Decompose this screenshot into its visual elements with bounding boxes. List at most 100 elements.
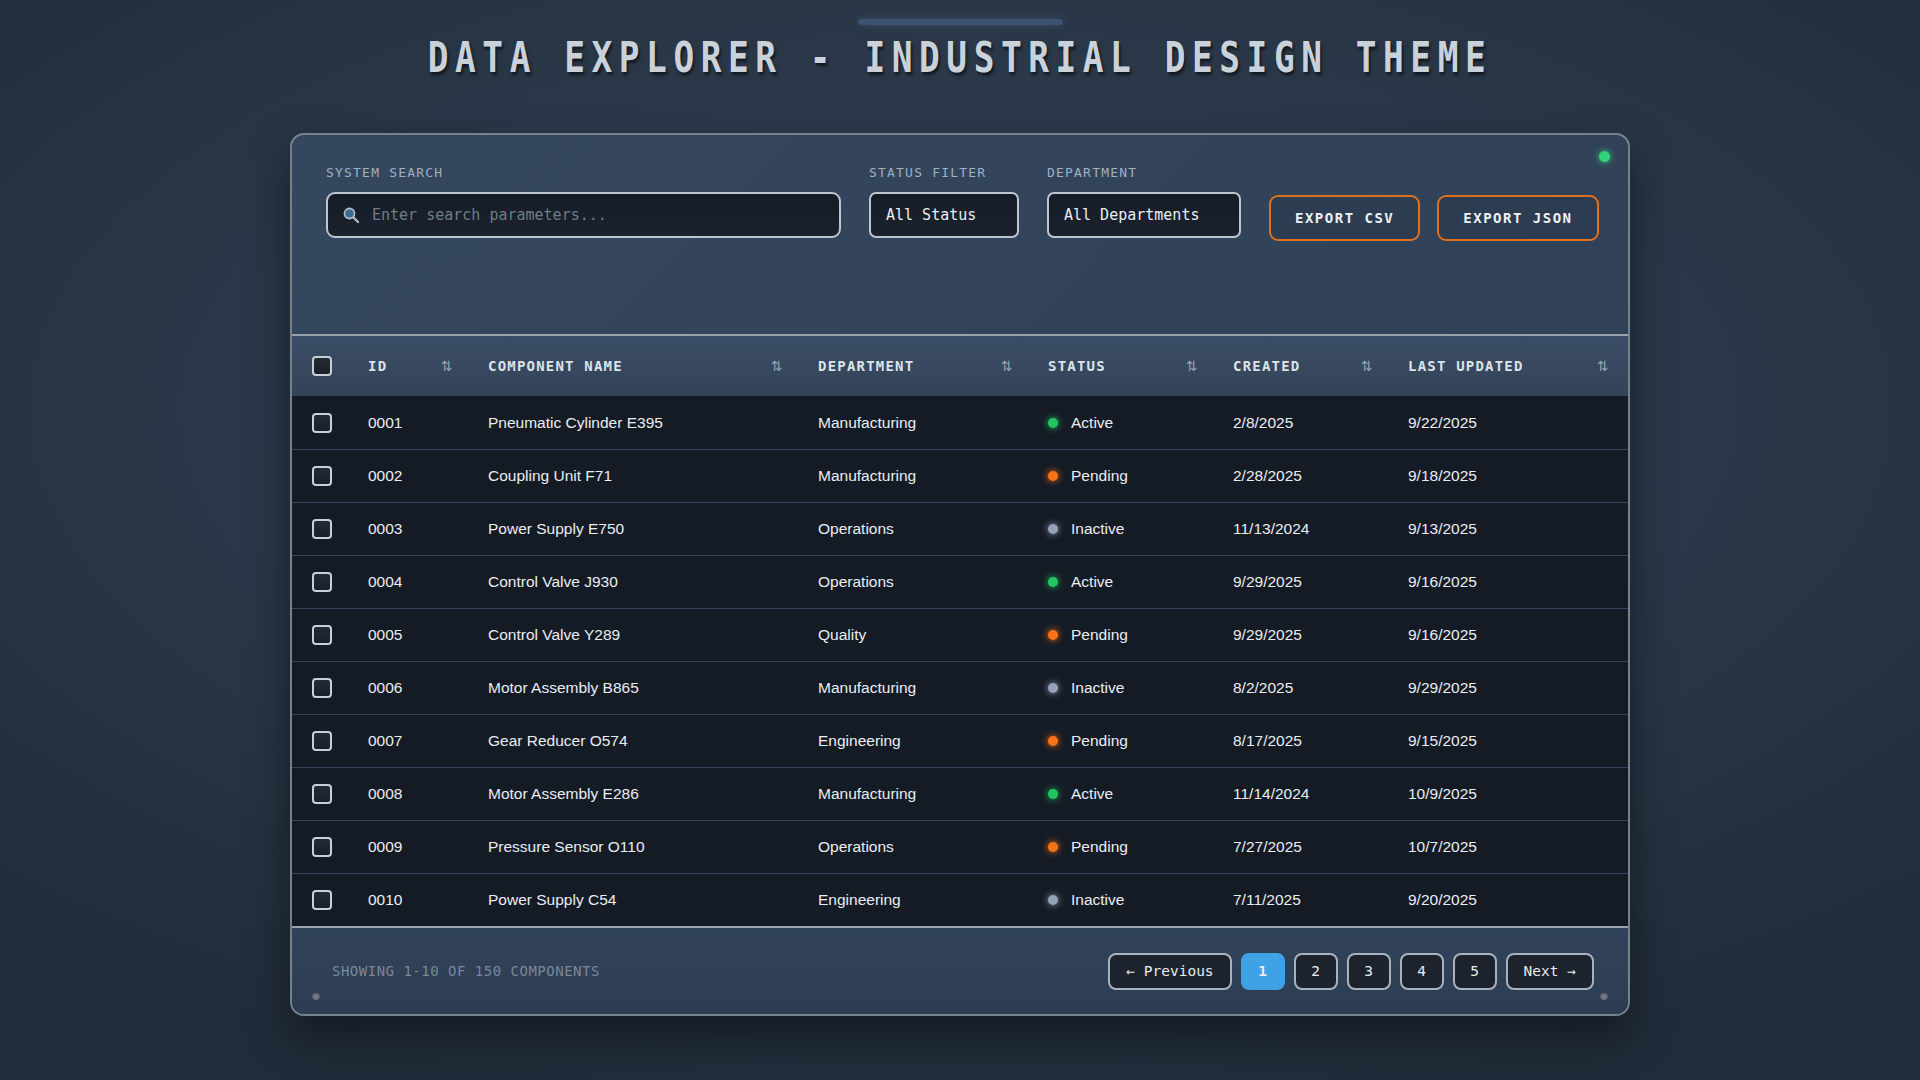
column-header[interactable]: LAST UPDATED ⇅ [1392,336,1628,396]
cell-updated: 10/9/2025 [1392,768,1628,820]
cell-department: Engineering [802,874,1032,926]
page-button-5[interactable]: 5 [1453,953,1497,990]
cell-status: Active [1032,556,1217,608]
data-explorer-panel: SYSTEM SEARCH STATUS FILTER All Status D… [290,133,1630,1016]
row-checkbox[interactable] [312,625,332,645]
row-checkbox[interactable] [312,890,332,910]
table-row[interactable]: 0003 Power Supply E750 Operations Inacti… [292,502,1628,555]
select-all-checkbox[interactable] [312,356,332,376]
status-text: Pending [1071,838,1128,856]
table-row[interactable]: 0007 Gear Reducer O574 Engineering Pendi… [292,714,1628,767]
department-filter-select[interactable]: All Departments [1047,192,1241,238]
search-input[interactable] [372,206,825,224]
cell-status: Pending [1032,715,1217,767]
status-filter-select[interactable]: All Status [869,192,1019,238]
cell-department: Manufacturing [802,768,1032,820]
cell-status: Active [1032,768,1217,820]
cell-created: 9/29/2025 [1217,556,1392,608]
cell-created: 7/27/2025 [1217,821,1392,873]
row-checkbox[interactable] [312,678,332,698]
status-text: Active [1071,785,1113,803]
table-row[interactable]: 0010 Power Supply C54 Engineering Inacti… [292,873,1628,926]
row-checkbox[interactable] [312,466,332,486]
page-button-1[interactable]: 1 [1241,953,1285,990]
cell-name: Pneumatic Cylinder E395 [472,396,802,449]
cell-updated: 9/16/2025 [1392,609,1628,661]
column-header[interactable]: ID ⇅ [352,336,472,396]
column-header[interactable]: CREATED ⇅ [1217,336,1392,396]
cell-id: 0010 [352,874,472,926]
sort-icon[interactable]: ⇅ [1597,358,1610,374]
row-checkbox[interactable] [312,837,332,857]
table-row[interactable]: 0009 Pressure Sensor O110 Operations Pen… [292,820,1628,873]
column-header[interactable]: STATUS ⇅ [1032,336,1217,396]
row-checkbox[interactable] [312,519,332,539]
cell-updated: 9/15/2025 [1392,715,1628,767]
cell-status: Inactive [1032,503,1217,555]
cell-status: Pending [1032,609,1217,661]
cell-id: 0008 [352,768,472,820]
cell-status: Inactive [1032,874,1217,926]
cell-name: Power Supply E750 [472,503,802,555]
page-title: DATA EXPLORER - INDUSTRIAL DESIGN THEME [173,33,1747,82]
cell-created: 2/8/2025 [1217,396,1392,449]
table-row[interactable]: 0008 Motor Assembly E286 Manufacturing A… [292,767,1628,820]
status-text: Active [1071,573,1113,591]
cell-status: Active [1032,396,1217,449]
cell-created: 8/2/2025 [1217,662,1392,714]
cell-id: 0002 [352,450,472,502]
sort-icon[interactable]: ⇅ [1186,358,1199,374]
status-text: Pending [1071,467,1128,485]
page-buttons: 12345 [1241,953,1497,990]
cell-name: Control Valve Y289 [472,609,802,661]
cell-updated: 9/22/2025 [1392,396,1628,449]
table-row[interactable]: 0002 Coupling Unit F71 Manufacturing Pen… [292,449,1628,502]
sort-icon[interactable]: ⇅ [1001,358,1014,374]
export-csv-button[interactable]: EXPORT CSV [1269,195,1420,241]
screw-decoration-left [312,992,320,1000]
status-text: Pending [1071,732,1128,750]
cell-department: Manufacturing [802,662,1032,714]
status-dot [1048,524,1058,534]
cell-updated: 9/20/2025 [1392,874,1628,926]
row-checkbox[interactable] [312,784,332,804]
row-checkbox[interactable] [312,413,332,433]
row-checkbox[interactable] [312,731,332,751]
status-text: Active [1071,414,1113,432]
cell-department: Manufacturing [802,396,1032,449]
table-row[interactable]: 0005 Control Valve Y289 Quality Pending … [292,608,1628,661]
sort-icon[interactable]: ⇅ [441,358,454,374]
page-button-3[interactable]: 3 [1347,953,1391,990]
status-text: Inactive [1071,891,1124,909]
cell-name: Gear Reducer O574 [472,715,802,767]
status-dot [1048,577,1058,587]
cell-name: Coupling Unit F71 [472,450,802,502]
next-page-button[interactable]: Next → [1506,953,1594,990]
results-count: SHOWING 1-10 OF 150 COMPONENTS [332,963,600,979]
status-dot [1048,789,1058,799]
cell-department: Manufacturing [802,450,1032,502]
search-label: SYSTEM SEARCH [326,165,841,180]
table-body: 0001 Pneumatic Cylinder E395 Manufacturi… [292,396,1628,926]
table-row[interactable]: 0001 Pneumatic Cylinder E395 Manufacturi… [292,396,1628,449]
column-header[interactable]: DEPARTMENT ⇅ [802,336,1032,396]
export-actions: EXPORT CSV EXPORT JSON [1269,165,1599,304]
column-header[interactable]: COMPONENT NAME ⇅ [472,336,802,396]
status-dot [1048,683,1058,693]
cell-name: Control Valve J930 [472,556,802,608]
page-button-4[interactable]: 4 [1400,953,1444,990]
screw-decoration-right [1600,992,1608,1000]
row-checkbox[interactable] [312,572,332,592]
table-row[interactable]: 0006 Motor Assembly B865 Manufacturing I… [292,661,1628,714]
sort-icon[interactable]: ⇅ [771,358,784,374]
page-button-2[interactable]: 2 [1294,953,1338,990]
search-icon [342,206,360,224]
export-json-button[interactable]: EXPORT JSON [1437,195,1598,241]
table-row[interactable]: 0004 Control Valve J930 Operations Activ… [292,555,1628,608]
status-led-indicator [1599,151,1610,162]
sort-icon[interactable]: ⇅ [1361,358,1374,374]
previous-page-button[interactable]: ← Previous [1108,953,1231,990]
cell-department: Quality [802,609,1032,661]
filter-toolbar: SYSTEM SEARCH STATUS FILTER All Status D… [292,135,1628,334]
status-dot [1048,630,1058,640]
